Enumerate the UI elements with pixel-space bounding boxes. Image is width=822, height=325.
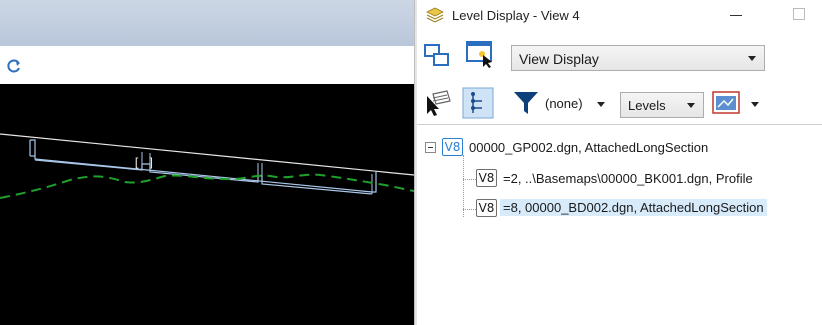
attachment-tree: V8 00000_GP002.dgn, AttachedLongSection … [417,124,822,325]
svg-text:[ ]: [ ] [133,156,155,170]
existing-ground-profile [0,173,414,199]
tree-node-label: 00000_GP002.dgn, AttachedLongSection [469,140,709,155]
toolbar-bottom: (none) Levels [417,84,822,122]
chevron-down-icon [687,103,695,108]
tree-node-child[interactable]: V8 =2, ..\Basemaps\00000_BK001.dgn, Prof… [476,168,816,190]
v8-icon: V8 [442,138,463,156]
select-by-level-icon[interactable] [423,88,453,118]
level-manager-chevron-down-icon[interactable] [751,102,759,107]
cad-view-toolbar [0,46,414,84]
cad-view[interactable]: [ ] [0,0,414,325]
tree-guide-line [463,179,476,180]
display-mode-dropdown[interactable]: View Display [511,45,765,71]
hierarchy-view-icon[interactable] [462,87,494,119]
v8-icon: V8 [476,199,497,217]
filter-value[interactable]: (none) [545,96,583,111]
title-bar[interactable]: Level Display - View 4 [417,0,822,32]
collapse-toggle[interactable] [425,142,436,153]
tree-node-label: =8, 00000_BD002.dgn, AttachedLongSection [500,199,767,216]
display-mode-value: View Display [519,51,599,67]
maximize-button[interactable] [793,8,805,20]
chevron-down-icon [748,56,756,61]
layers-icon [426,7,444,23]
tree-guide-line [463,209,476,210]
select-view-icon[interactable] [465,39,495,69]
levels-dropdown[interactable]: Levels [620,92,704,118]
view-groups-icon[interactable] [422,41,452,71]
cad-drawing: [ ] [0,133,414,199]
filter-icon[interactable] [512,89,540,117]
level-display-panel: Level Display - View 4 View Display (non… [417,0,822,325]
tree-node-label: =2, ..\Basemaps\00000_BK001.dgn, Profile [503,171,753,186]
road-surface-line [0,133,414,176]
levels-dropdown-value: Levels [628,98,666,113]
v8-icon: V8 [476,169,497,187]
cad-view-header-strip [0,0,414,46]
tree-node-root[interactable]: V8 00000_GP002.dgn, AttachedLongSection [425,137,815,159]
minimize-button[interactable] [730,15,742,16]
level-manager-icon[interactable] [712,89,742,117]
window-title: Level Display - View 4 [452,8,580,23]
toolbar-top: View Display [417,36,822,80]
tree-node-child-selected[interactable]: V8 =8, 00000_BD002.dgn, AttachedLongSect… [476,198,821,220]
filter-chevron-down-icon[interactable] [597,102,605,107]
tree-guide-line [463,155,464,217]
refresh-icon[interactable] [6,58,22,74]
